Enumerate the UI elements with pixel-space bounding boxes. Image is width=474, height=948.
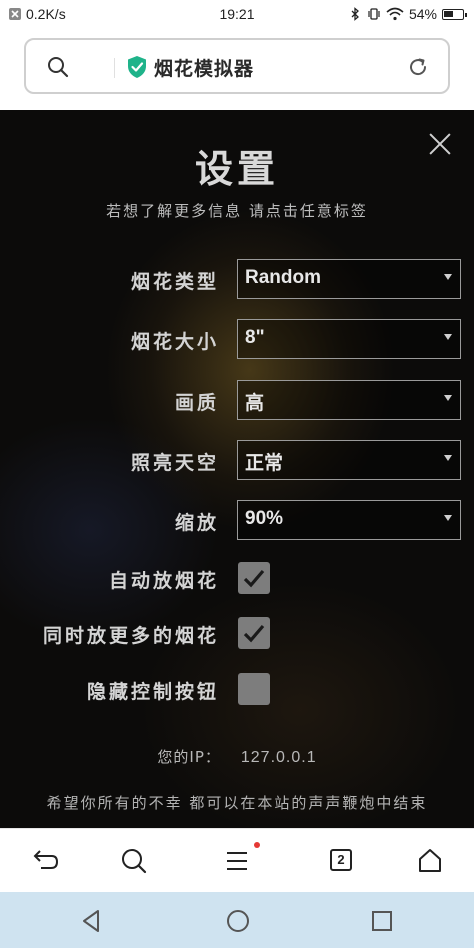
setting-label[interactable]: 隐藏控制按钮	[87, 677, 219, 704]
chevron-down-icon	[444, 455, 452, 461]
address-bar[interactable]: 烟花模拟器	[24, 38, 450, 94]
setting-label[interactable]: 自动放烟花	[109, 566, 219, 593]
shell-type-select[interactable]: Random	[237, 259, 461, 299]
finale-mode-checkbox[interactable]	[238, 617, 270, 649]
checkmark-icon	[243, 624, 265, 643]
ip-label: 您的IP：	[157, 748, 221, 766]
setting-row-finale-mode: 同时放更多的烟花	[0, 613, 474, 653]
select-value: 8"	[245, 327, 265, 348]
setting-label[interactable]: 烟花类型	[131, 267, 219, 294]
select-value: Random	[245, 267, 321, 288]
footer-message: 希望你所有的不幸 都可以在本站的声声鞭炮中结束	[46, 794, 428, 812]
select-value: 高	[245, 393, 265, 414]
scale-select[interactable]: 90%	[237, 500, 461, 540]
chevron-down-icon	[444, 334, 452, 340]
system-nav-bar	[0, 892, 474, 948]
setting-row-hide-controls: 隐藏控制按钮	[0, 669, 474, 709]
setting-label[interactable]: 画质	[175, 388, 219, 415]
setting-row-quality: 画质 高	[0, 380, 474, 420]
search-icon[interactable]	[46, 55, 70, 79]
setting-row-shell-size: 烟花大小 8"	[0, 319, 474, 359]
checkmark-icon	[243, 569, 265, 588]
nav-recent-icon[interactable]	[371, 910, 393, 932]
browser-toolbar: 2	[0, 828, 474, 892]
chevron-down-icon	[444, 395, 452, 401]
status-bar: 0.2K/s 19:21 54%	[0, 0, 474, 30]
setting-label[interactable]: 同时放更多的烟花	[43, 621, 219, 648]
chevron-down-icon	[444, 274, 452, 280]
back-icon[interactable]	[31, 847, 59, 875]
shell-size-select[interactable]: 8"	[237, 319, 461, 359]
setting-row-sky-lighting: 照亮天空 正常	[0, 440, 474, 480]
auto-launch-checkbox[interactable]	[238, 562, 270, 594]
battery-percent: 54%	[408, 6, 437, 22]
tabs-icon[interactable]: 2	[330, 849, 352, 871]
menu-title: 设置	[194, 146, 279, 191]
ip-info: 您的IP： 127.0.0.1	[0, 746, 474, 767]
setting-row-shell-type: 烟花类型 Random	[0, 259, 474, 299]
menu-subtitle: 若想了解更多信息 请点击任意标签	[106, 202, 368, 220]
menu-icon[interactable]	[224, 847, 252, 875]
battery-icon	[442, 8, 467, 20]
nav-home-icon[interactable]	[226, 909, 250, 933]
page-title[interactable]: 烟花模拟器	[154, 54, 254, 81]
search-icon[interactable]	[120, 847, 148, 875]
quality-select[interactable]: 高	[237, 380, 461, 420]
select-value: 正常	[245, 453, 284, 474]
browser-header: 烟花模拟器	[0, 30, 474, 110]
setting-label[interactable]: 照亮天空	[131, 448, 219, 475]
setting-label[interactable]: 缩放	[175, 508, 219, 535]
nav-back-icon[interactable]	[80, 909, 102, 933]
shield-check-icon	[128, 56, 146, 78]
chevron-down-icon	[444, 515, 452, 521]
vibrate-icon	[368, 8, 380, 20]
hide-controls-checkbox[interactable]	[238, 673, 270, 705]
setting-row-auto-launch: 自动放烟花	[0, 558, 474, 598]
notification-dot	[254, 842, 260, 848]
wifi-icon	[386, 7, 404, 21]
setting-label[interactable]: 烟花大小	[131, 327, 219, 354]
ip-value: 127.0.0.1	[240, 749, 317, 766]
settings-menu: 设置 若想了解更多信息 请点击任意标签 烟花类型 Random 烟花大小 8" …	[0, 110, 474, 828]
sky-lighting-select[interactable]: 正常	[237, 440, 461, 480]
bluetooth-icon	[351, 7, 359, 21]
select-value: 90%	[245, 508, 284, 529]
home-icon[interactable]	[416, 847, 444, 875]
setting-row-scale: 缩放 90%	[0, 500, 474, 540]
reload-icon[interactable]	[406, 55, 430, 79]
divider	[114, 58, 115, 78]
